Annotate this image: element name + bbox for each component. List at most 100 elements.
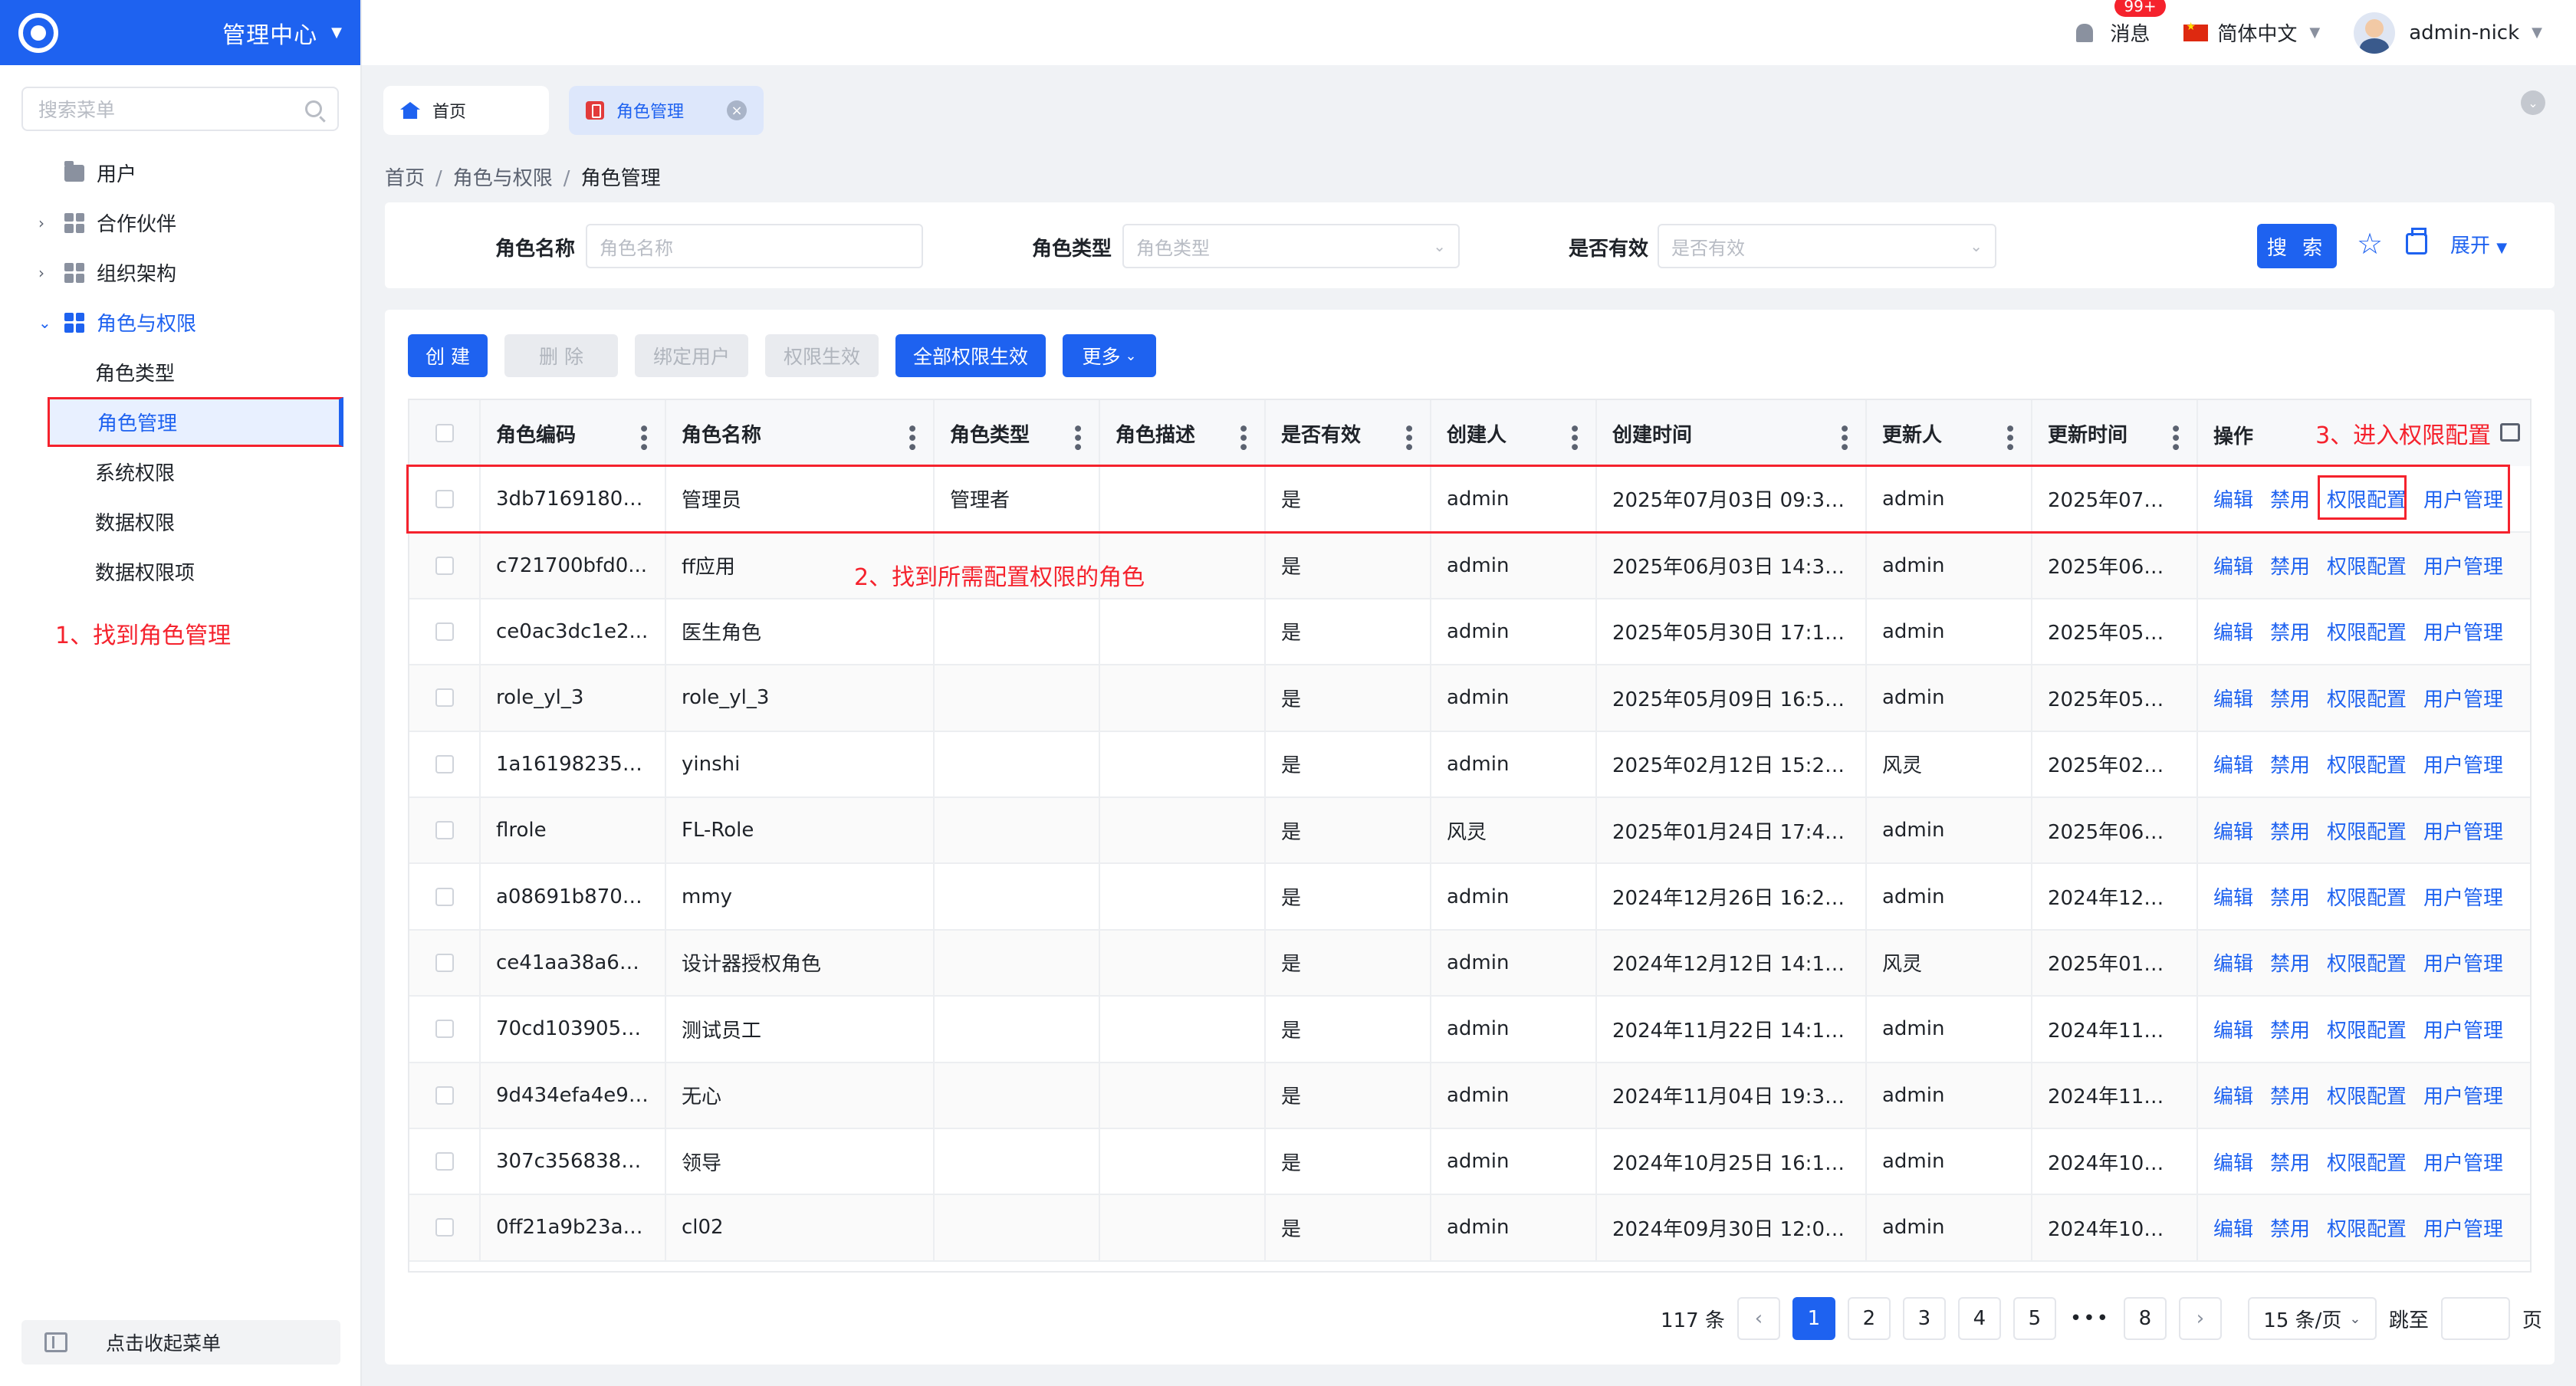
page-last[interactable]: 8 [2123,1297,2167,1340]
permission-config-link[interactable]: 权限配置 [2327,688,2407,711]
permission-config-link[interactable]: 权限配置 [2327,1085,2407,1108]
table-row[interactable]: ce41aa38a66... 设计器授权角色 是 admin 2024年12月12日 1… [409,929,2530,997]
table-row[interactable]: c721700bfd0... ff应用是 admin 2025年06月03日 14:3… [409,532,2530,599]
role-type-select[interactable]: 角色类型 ⌄ [1122,224,1460,268]
more-vertical-icon[interactable]: ••• [1564,423,1583,451]
search-button[interactable]: 搜 索 [2257,224,2337,268]
create-button[interactable]: 创 建 [408,334,488,377]
row-checkbox[interactable] [435,754,454,773]
edit-link[interactable]: 编辑 [2213,953,2253,976]
tab-home[interactable]: 首页 [383,86,549,135]
permission-config-link[interactable]: 权限配置 [2327,1218,2407,1241]
edit-link[interactable]: 编辑 [2213,688,2253,711]
table-row[interactable]: 9d434efa4e98... 无心是 admin 2024年11月04日 19:35… [409,1062,2530,1129]
language-selector[interactable]: 简体中文 ▼ [2183,18,2320,47]
column-header[interactable]: 角色编码 ••• [480,400,666,466]
more-pages[interactable]: ••• [2068,1297,2111,1340]
sidebar-subitem-data-permissions[interactable]: 数据权限 [0,497,360,547]
row-checkbox[interactable] [435,1085,454,1105]
more-vertical-icon[interactable]: ••• [1999,423,2019,451]
close-icon[interactable]: × [727,100,747,120]
user-management-link[interactable]: 用户管理 [2423,754,2503,777]
row-checkbox[interactable] [435,953,454,972]
row-checkbox[interactable] [435,1218,454,1237]
edit-link[interactable]: 编辑 [2213,1085,2253,1108]
row-checkbox[interactable] [435,622,454,641]
disable-link[interactable]: 禁用 [2270,754,2310,777]
menu-search-input[interactable]: 搜索菜单 [21,87,339,131]
permission-config-link[interactable]: 权限配置 [2327,754,2407,777]
user-management-link[interactable]: 用户管理 [2423,489,2503,512]
page-3[interactable]: 3 [1902,1297,1946,1340]
disable-link[interactable]: 禁用 [2270,1152,2310,1175]
sidebar-subitem-data-permission-items[interactable]: 数据权限项 [0,547,360,596]
edit-link[interactable]: 编辑 [2213,489,2253,512]
permission-config-link[interactable]: 权限配置 [2327,1152,2407,1175]
more-vertical-icon[interactable]: ••• [633,423,652,451]
more-vertical-icon[interactable]: ••• [902,423,921,451]
user-menu[interactable]: admin-nick ▼ [2354,11,2542,54]
star-icon[interactable]: ☆ [2357,227,2383,261]
permission-config-link[interactable]: 权限配置 [2327,821,2407,844]
table-row[interactable]: a08691b8705... mmy 是 admin 2024年12月26日 16:29… [409,863,2530,931]
edit-link[interactable]: 编辑 [2213,622,2253,645]
table-row[interactable]: flrole FL-Role 是风灵 2025年01月24日 17:40:... adm… [409,796,2530,865]
column-header[interactable]: 创建时间 ••• [1596,400,1867,466]
messages-button[interactable]: 消息 99+ [2076,0,2166,47]
edit-link[interactable]: 编辑 [2213,887,2253,910]
user-management-link[interactable]: 用户管理 [2423,1085,2503,1108]
breadcrumb-roles-permissions[interactable]: 角色与权限 [453,167,553,190]
row-checkbox[interactable] [435,1152,454,1171]
disable-link[interactable]: 禁用 [2270,1085,2310,1108]
printer-icon[interactable] [2406,228,2427,255]
disable-link[interactable]: 禁用 [2270,953,2310,976]
sidebar-subitem-role-management[interactable]: 角色管理 [48,397,343,447]
row-checkbox[interactable] [435,887,454,906]
collapse-menu-button[interactable]: 点击收起菜单 [21,1320,340,1365]
user-management-link[interactable]: 用户管理 [2423,1020,2503,1043]
user-management-link[interactable]: 用户管理 [2423,556,2503,579]
sidebar-item-roles-permissions[interactable]: ⌄ 角色与权限 [0,297,360,347]
row-checkbox[interactable] [435,489,454,508]
jump-page-input[interactable] [2440,1297,2510,1340]
select-all-checkbox[interactable] [435,424,454,442]
permission-effect-button[interactable]: 权限生效 [765,334,879,377]
bind-user-button[interactable]: 绑定用户 [635,334,748,377]
is-valid-select[interactable]: 是否有效 ⌄ [1658,224,1996,268]
disable-link[interactable]: 禁用 [2270,622,2310,645]
more-vertical-icon[interactable]: ••• [1067,423,1086,451]
table-row[interactable]: 0ff21a9b23a0... cl02 是 admin 2024年09月30日 12:… [409,1194,2530,1262]
column-settings-icon[interactable] [2500,423,2520,442]
permission-config-link[interactable]: 权限配置 [2327,887,2407,910]
row-checkbox[interactable] [435,1020,454,1039]
edit-link[interactable]: 编辑 [2213,1020,2253,1043]
edit-link[interactable]: 编辑 [2213,821,2253,844]
tab-role-management[interactable]: 角色管理 × [569,86,764,135]
permission-config-link[interactable]: 权限配置 [2327,489,2407,512]
disable-link[interactable]: 禁用 [2270,556,2310,579]
row-checkbox[interactable] [435,556,454,575]
sidebar-item-users[interactable]: 用户 [0,148,360,198]
table-row[interactable]: 3db71691807... 管理员 管理者是 admin 2025年07月03日 09… [409,466,2530,534]
table-row[interactable]: ce0ac3dc1e2... 医生角色是 admin 2025年05月30日 17:1… [409,598,2530,666]
row-checkbox[interactable] [435,821,454,840]
page-1[interactable]: 1 [1792,1297,1835,1340]
edit-link[interactable]: 编辑 [2213,1218,2253,1241]
more-vertical-icon[interactable]: ••• [1233,423,1252,451]
next-page-icon[interactable]: › [2178,1297,2222,1340]
edit-link[interactable]: 编辑 [2213,556,2253,579]
sidebar-subitem-system-permissions[interactable]: 系统权限 [0,447,360,497]
row-checkbox[interactable] [435,688,454,708]
column-header[interactable]: 角色类型 ••• [934,400,1100,466]
page-4[interactable]: 4 [1957,1297,2001,1340]
table-row[interactable]: 70cd1039056... 测试员工是 admin 2024年11月22日 14:1… [409,996,2530,1063]
select-all-header[interactable] [409,400,481,466]
user-management-link[interactable]: 用户管理 [2423,688,2503,711]
user-management-link[interactable]: 用户管理 [2423,622,2503,645]
table-row[interactable]: 1a161982354... yinshi 是 admin 2025年02月12日 15… [409,731,2530,798]
breadcrumb-home[interactable]: 首页 [385,167,425,190]
delete-button[interactable]: 删 除 [504,334,618,377]
disable-link[interactable]: 禁用 [2270,489,2310,512]
table-row[interactable]: role_yl_3 role_yl_3 是 admin 2025年05月09日 16:5… [409,665,2530,732]
column-header[interactable]: 是否有效 ••• [1265,400,1431,466]
